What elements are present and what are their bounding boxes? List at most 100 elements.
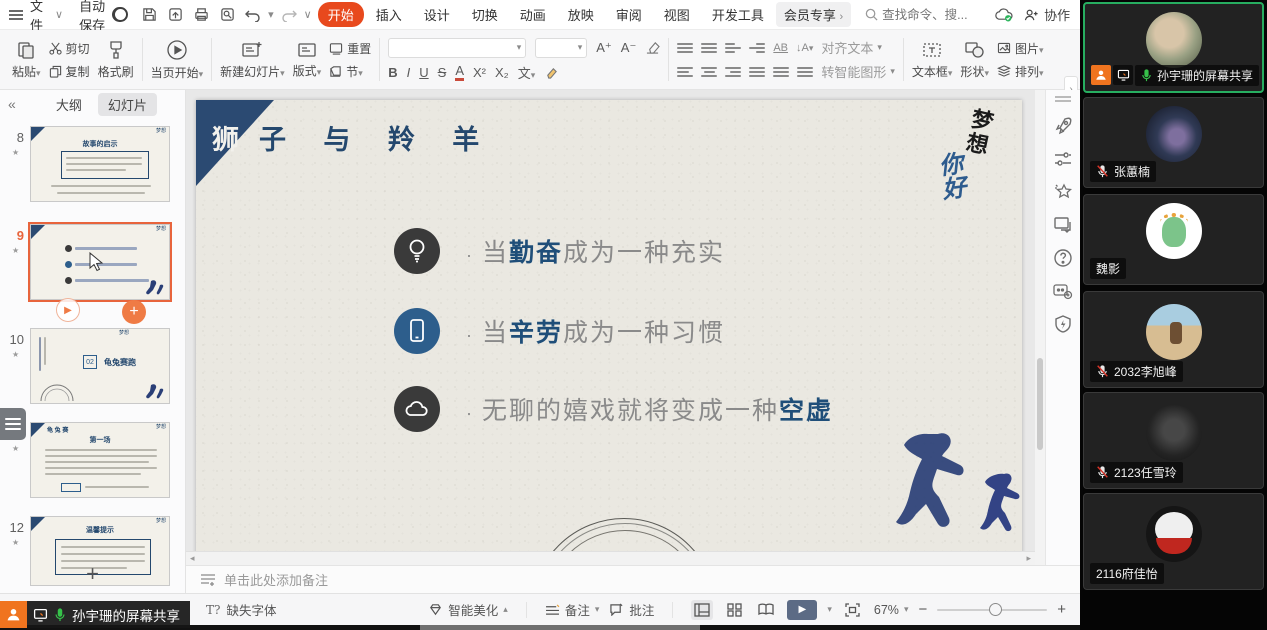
thumbnail-play-button[interactable]: ▶ [56, 298, 80, 322]
justify-icon[interactable] [749, 65, 765, 79]
underline-button[interactable]: U [419, 65, 428, 80]
tab-member[interactable]: 会员专享 › [776, 2, 851, 27]
notes-placeholder[interactable]: 单击此处添加备注 [224, 570, 328, 589]
reading-view-button[interactable] [755, 600, 777, 620]
italic-button[interactable]: I [407, 65, 411, 80]
strike-button[interactable]: S [438, 65, 447, 80]
play-from-current-button[interactable]: 当页开始▾ [151, 39, 204, 81]
decrease-font-button[interactable]: A⁻ [621, 40, 637, 56]
font-family-select[interactable]: ▾ [388, 38, 526, 58]
bold-button[interactable]: B [388, 65, 397, 80]
increase-indent-icon[interactable] [749, 41, 765, 55]
font-color-button[interactable]: A [455, 63, 464, 81]
export-icon[interactable] [164, 4, 186, 26]
play-options-icon[interactable]: ▾ [827, 604, 832, 615]
participant-tile[interactable]: 2123任雪玲 [1083, 392, 1264, 489]
notes-toggle-button[interactable]: 备注 ▾ [545, 600, 600, 619]
screen-share-overlay[interactable]: 孙宇珊的屏幕共享 [0, 601, 190, 628]
tab-devtools[interactable]: 开发工具 [702, 2, 774, 27]
clear-format-icon[interactable] [645, 41, 660, 54]
numbered-list-icon[interactable] [701, 41, 717, 55]
tab-view[interactable]: 视图 [654, 2, 700, 27]
slide-thumbnail-8[interactable]: 8 ★ 梦想 故事的启示 [0, 126, 186, 212]
slide-canvas[interactable]: 狮子 与 羚 羊 梦想 你好 ·当勤奋成为一种充实 ·当辛劳成为一种习惯 [186, 90, 1035, 565]
distribute-icon[interactable] [773, 65, 789, 79]
panel-collapse-button[interactable]: « [8, 96, 16, 112]
tab-insert[interactable]: 插入 [366, 2, 412, 27]
tab-slides[interactable]: 幻灯片 [98, 93, 157, 116]
slide-thumbnail-10[interactable]: 10 ★ 梦想 02 龟兔赛跑 [0, 328, 186, 414]
undo-icon[interactable] [242, 4, 264, 26]
font-size-select[interactable]: ▾ [535, 38, 587, 58]
align-text-button[interactable]: 对齐文本▾ [821, 38, 882, 57]
reset-button[interactable]: 重置 [329, 40, 371, 57]
help-icon[interactable] [1053, 248, 1073, 268]
copy-button[interactable]: 复制 [49, 63, 90, 80]
search-input[interactable] [882, 8, 992, 22]
align-right-icon[interactable] [725, 65, 741, 79]
pinyin-guide-button[interactable]: 文▾ [518, 63, 536, 82]
autosave-toggle[interactable] [112, 7, 128, 22]
new-slide-button[interactable]: 新建幻灯片▾ [220, 40, 285, 80]
undo-caret-icon[interactable]: ▾ [268, 8, 274, 21]
comments-button[interactable]: 批注 [609, 600, 654, 619]
layout-button[interactable]: 版式▾ [293, 41, 322, 79]
feedback-robot-icon[interactable] [1052, 282, 1074, 300]
tab-slideshow[interactable]: 放映 [558, 2, 604, 27]
participant-tile[interactable]: 张蕙楠 [1083, 97, 1264, 188]
panel-list-tag[interactable] [0, 408, 26, 440]
hamburger-menu-icon[interactable] [8, 4, 24, 26]
section-button[interactable]: 节▾ [329, 63, 371, 80]
scroll-right-icon[interactable]: ▸ [1026, 553, 1031, 564]
highlight-icon[interactable] [544, 66, 559, 79]
arrange-button[interactable]: 排列▾ [997, 63, 1044, 80]
notes-bar[interactable]: 单击此处添加备注 [186, 565, 1080, 593]
tab-animation[interactable]: 动画 [510, 2, 556, 27]
text-direction-button[interactable]: ↓A▾ [796, 42, 813, 54]
tab-transition[interactable]: 切换 [462, 2, 508, 27]
paste-button[interactable]: 粘贴▾ [12, 40, 41, 80]
smart-beautify-button[interactable]: 智能美化 ▴ [428, 600, 508, 619]
line-spacing-icon[interactable] [797, 65, 813, 79]
tab-home[interactable]: 开始 [318, 2, 364, 27]
save-icon[interactable] [138, 4, 160, 26]
performance-shield-icon[interactable] [1054, 314, 1072, 334]
add-slide-button[interactable]: + [0, 561, 185, 587]
duplicate-window-icon[interactable] [1053, 216, 1073, 234]
participant-tile-presenter[interactable]: 孙宇珊的屏幕共享 [1083, 2, 1264, 93]
horizontal-scrollbar[interactable]: ◂ ▸ [186, 551, 1035, 565]
format-painter-button[interactable]: 格式刷 [98, 40, 134, 80]
scroll-left-icon[interactable]: ◂ [190, 553, 195, 564]
print-preview-icon[interactable] [216, 4, 238, 26]
zoom-out-button[interactable]: − [918, 601, 927, 618]
scrollbar-thumb[interactable] [1037, 358, 1043, 450]
tab-outline[interactable]: 大纲 [46, 93, 92, 116]
picture-button[interactable]: 图片▾ [997, 40, 1044, 57]
settings-sliders-icon[interactable] [1053, 150, 1073, 168]
collaborate-button[interactable]: 协作 [1024, 5, 1070, 24]
superscript-button[interactable]: X² [473, 65, 486, 80]
shapes-button[interactable]: 形状▾ [960, 40, 989, 80]
file-menu[interactable]: 文件 [30, 0, 49, 34]
normal-view-button[interactable] [691, 600, 713, 620]
missing-fonts-button[interactable]: 缺失字体 [226, 600, 276, 619]
subscript-button[interactable]: X₂ [495, 65, 509, 80]
vertical-scrollbar[interactable] [1035, 90, 1045, 565]
command-search[interactable] [865, 8, 992, 22]
zoom-slider[interactable] [937, 609, 1047, 611]
thumbnail-add-button[interactable]: + [122, 300, 146, 324]
participant-tile[interactable]: 2032李旭峰 [1083, 291, 1264, 388]
decrease-indent-icon[interactable] [725, 41, 741, 55]
cut-button[interactable]: 剪切 [49, 40, 90, 57]
redo-icon[interactable] [278, 4, 300, 26]
align-center-icon[interactable] [701, 65, 717, 79]
text-box-button[interactable]: 文本框▾ [912, 40, 953, 80]
slide-sorter-view-button[interactable] [723, 600, 745, 620]
print-icon[interactable] [190, 4, 212, 26]
toolbar-collapse-icon[interactable]: ∨ [304, 8, 312, 21]
participant-tile[interactable]: 2116府佳怡 [1083, 493, 1264, 590]
rocket-icon[interactable] [1053, 116, 1073, 136]
fit-slide-button[interactable] [842, 600, 864, 620]
participant-tile[interactable]: 魏影 [1083, 194, 1264, 285]
increase-font-button[interactable]: A⁺ [596, 40, 612, 56]
